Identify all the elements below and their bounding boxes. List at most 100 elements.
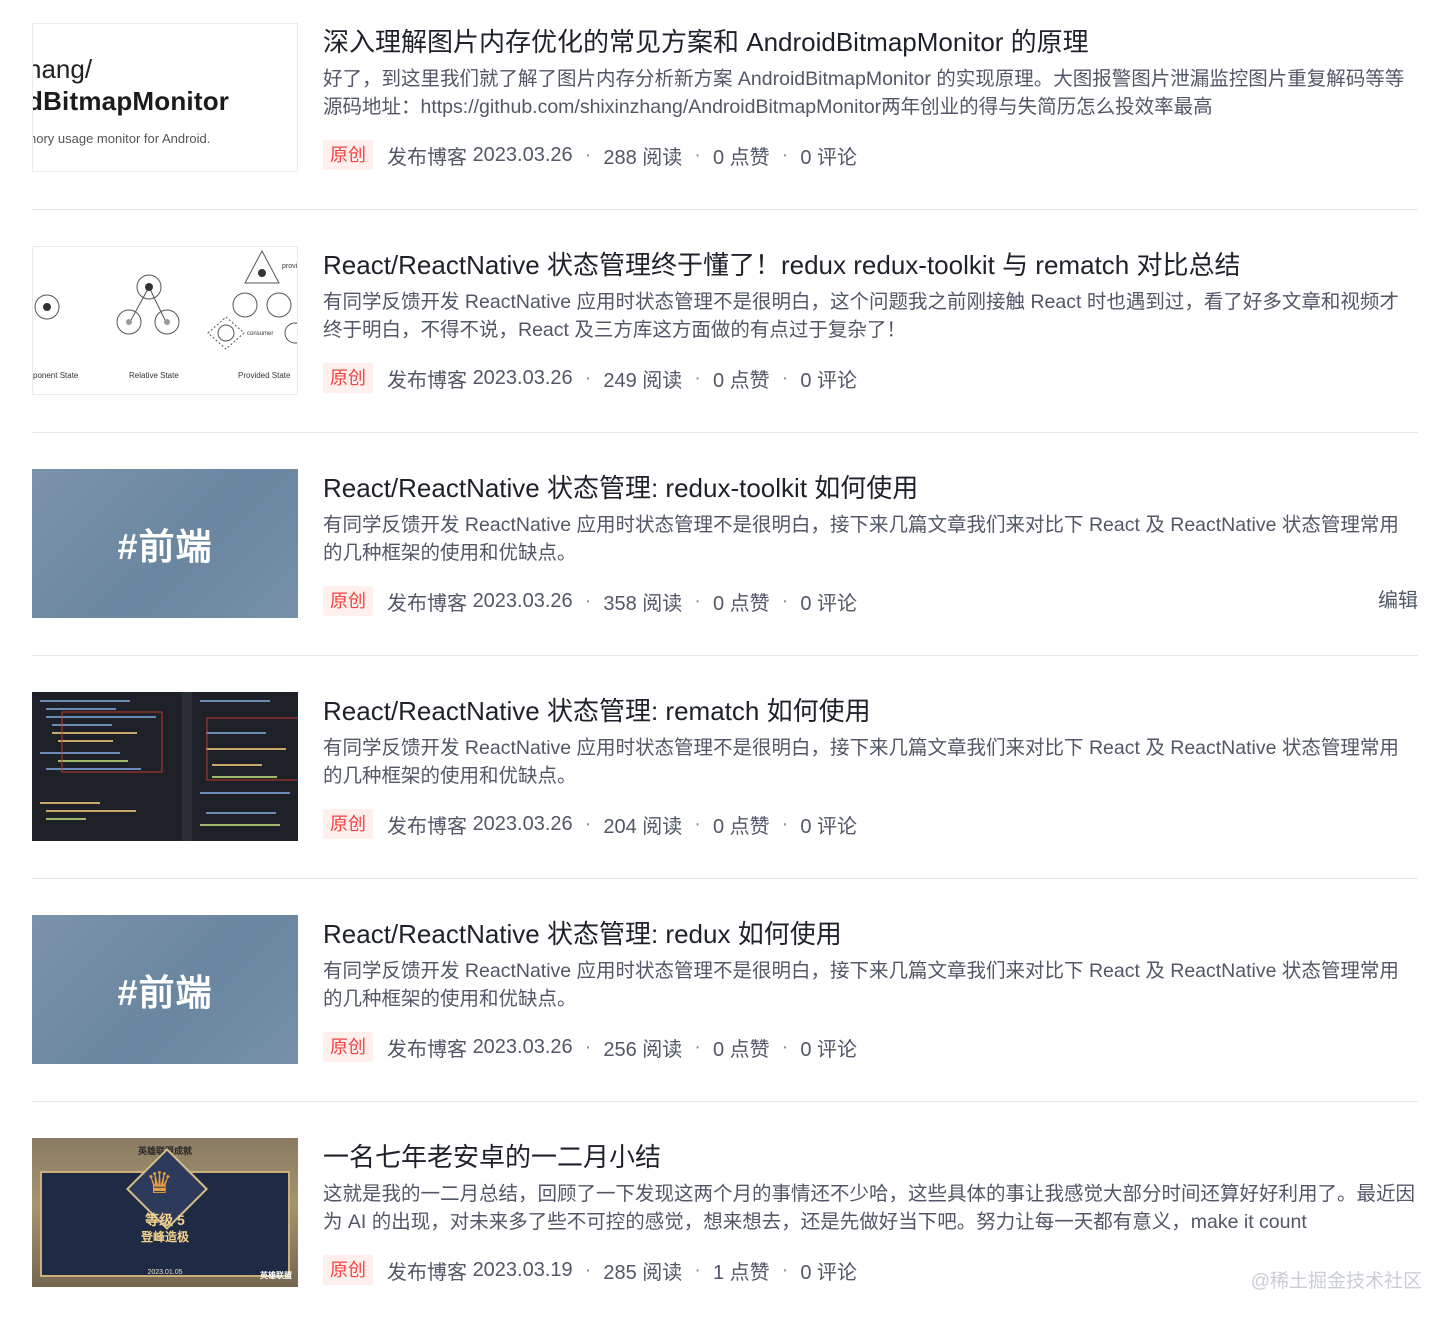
divider — [32, 209, 1418, 210]
article-thumbnail[interactable]: #前端 — [32, 915, 298, 1064]
thumbnail-text: #前端 — [117, 971, 213, 1013]
article-title[interactable]: 深入理解图片内存优化的常见方案和 AndroidBitmapMonitor 的原… — [323, 25, 1418, 59]
original-badge: 原创 — [323, 140, 373, 170]
comment-count: 0 评论 — [800, 1038, 857, 1061]
edit-button[interactable]: 编辑 — [1378, 585, 1418, 617]
like-count: 0 点赞 — [712, 146, 770, 169]
article-item[interactable]: ponent State Relative State Provided Sta… — [32, 246, 1418, 396]
thumbnail-text: 登峰造极 — [140, 1230, 189, 1244]
original-badge: 原创 — [323, 363, 373, 393]
dot-separator: · — [694, 1258, 701, 1281]
publish-date: 2023.03.26 — [472, 366, 573, 389]
article-thumbnail[interactable]: hang/ dBitmapMonitor nory usage monitor … — [32, 23, 298, 172]
dot-separator: · — [584, 366, 592, 389]
divider — [32, 1101, 1418, 1102]
dot-separator: · — [781, 1035, 789, 1058]
article-meta: 原创 发布博客 2023.03.26 · 256 阅读 · 0 点赞 · 0 评… — [323, 1031, 1418, 1063]
dot-separator: · — [781, 589, 789, 612]
thumbnail-text: nory usage monitor for Android. — [32, 131, 211, 146]
trophy-icon: ♛ — [146, 1167, 173, 1200]
article-title[interactable]: 一名七年老安卓的一二月小结 — [323, 1140, 1418, 1174]
divider — [32, 878, 1418, 879]
dot-separator: · — [584, 143, 592, 166]
dot-separator: · — [694, 143, 701, 166]
article-thumbnail[interactable]: 英雄联盟成就 ♛ 等级 5 登峰造极 2023.01.05 英雄联盟 — [32, 1138, 298, 1287]
dot-separator: · — [781, 366, 789, 389]
comment-count: 0 评论 — [800, 369, 857, 392]
publish-date: 2023.03.19 — [472, 1258, 573, 1281]
article-thumbnail[interactable]: #前端 — [32, 469, 298, 618]
article-item[interactable]: #前端 React/ReactNative 状态管理: redux 如何使用 有… — [32, 915, 1418, 1065]
thumbnail-text: consumer — [247, 331, 274, 337]
article-thumbnail[interactable]: ponent State Relative State Provided Sta… — [32, 246, 298, 395]
thumbnail-text: 英雄联盟 — [260, 1271, 292, 1280]
publish-source: 发布博客 — [387, 815, 467, 838]
publish-source: 发布博客 — [387, 1038, 467, 1061]
like-count: 0 点赞 — [712, 815, 770, 838]
thumbnail-text: ponent State — [33, 371, 79, 380]
read-count: 256 阅读 — [603, 1038, 683, 1061]
thumbnail-text: dBitmapMonitor — [32, 86, 230, 116]
thumbnail-text: hang/ — [32, 54, 93, 84]
original-badge: 原创 — [323, 1032, 373, 1062]
thumbnail-text: 等级 5 — [145, 1212, 185, 1228]
divider — [32, 432, 1418, 433]
dot-separator: · — [694, 812, 701, 835]
article-meta: 原创 发布博客 2023.03.26 · 204 阅读 · 0 点赞 · 0 评… — [323, 808, 1418, 840]
publish-source: 发布博客 — [387, 592, 467, 615]
article-meta: 原创 发布博客 2023.03.26 · 288 阅读 · 0 点赞 · 0 评… — [323, 139, 1418, 171]
article-abstract[interactable]: 好了，到这里我们就了解了图片内存分析新方案 AndroidBitmapMonit… — [323, 65, 1418, 121]
article-meta: 原创 发布博客 2023.03.26 · 249 阅读 · 0 点赞 · 0 评… — [323, 362, 1418, 394]
original-badge: 原创 — [323, 586, 373, 616]
publish-date: 2023.03.26 — [472, 143, 573, 166]
comment-count: 0 评论 — [800, 815, 857, 838]
like-count: 0 点赞 — [712, 369, 770, 392]
article-abstract[interactable]: 有同学反馈开发 ReactNative 应用时状态管理不是很明白，接下来几篇文章… — [323, 734, 1418, 790]
like-count: 0 点赞 — [712, 1038, 770, 1061]
dot-separator: · — [584, 589, 592, 612]
article-item[interactable]: 英雄联盟成就 ♛ 等级 5 登峰造极 2023.01.05 英雄联盟 一名七年老… — [32, 1138, 1418, 1288]
like-count: 0 点赞 — [712, 592, 770, 615]
thumbnail-text: 2023.01.05 — [147, 1269, 183, 1276]
article-abstract[interactable]: 这就是我的一二月总结，回顾了一下发现这两个月的事情还不少哈，这些具体的事让我感觉… — [323, 1180, 1418, 1236]
dot-separator: · — [781, 812, 789, 835]
thumbnail-text: provi — [282, 263, 298, 270]
read-count: 358 阅读 — [603, 592, 683, 615]
publish-date: 2023.03.26 — [472, 812, 573, 835]
article-title[interactable]: React/ReactNative 状态管理: rematch 如何使用 — [323, 694, 1418, 728]
article-thumbnail[interactable] — [32, 692, 298, 841]
article-abstract[interactable]: 有同学反馈开发 ReactNative 应用时状态管理不是很明白，这个问题我之前… — [323, 288, 1418, 344]
original-badge: 原创 — [323, 1255, 373, 1285]
code-screenshot-illustration — [32, 692, 298, 841]
thumbnail-text: Relative State — [129, 371, 179, 380]
article-meta: 原创 发布博客 2023.03.26 · 358 阅读 · 0 点赞 · 0 评… — [323, 585, 1418, 617]
comment-count: 0 评论 — [800, 146, 857, 169]
article-abstract[interactable]: 有同学反馈开发 ReactNative 应用时状态管理不是很明白，接下来几篇文章… — [323, 511, 1418, 567]
dot-separator: · — [584, 1258, 592, 1281]
publish-source: 发布博客 — [387, 369, 467, 392]
article-item[interactable]: #前端 React/ReactNative 状态管理: redux-toolki… — [32, 469, 1418, 619]
article-item[interactable]: React/ReactNative 状态管理: rematch 如何使用 有同学… — [32, 692, 1418, 842]
article-item[interactable]: hang/ dBitmapMonitor nory usage monitor … — [32, 23, 1418, 173]
site-watermark: @稀土掘金技术社区 — [1250, 1271, 1422, 1292]
article-title[interactable]: React/ReactNative 状态管理终于懂了！redux redux-t… — [323, 248, 1418, 282]
dot-separator: · — [584, 812, 592, 835]
publish-date: 2023.03.26 — [472, 589, 573, 612]
read-count: 285 阅读 — [603, 1261, 683, 1284]
dot-separator: · — [694, 1035, 701, 1058]
read-count: 249 阅读 — [603, 369, 683, 392]
dot-separator: · — [584, 1035, 592, 1058]
comment-count: 0 评论 — [800, 592, 857, 615]
like-count: 1 点赞 — [712, 1261, 770, 1284]
publish-date: 2023.03.26 — [472, 1035, 573, 1058]
read-count: 288 阅读 — [603, 146, 683, 169]
dot-separator: · — [781, 143, 789, 166]
article-title[interactable]: React/ReactNative 状态管理: redux-toolkit 如何… — [323, 471, 1418, 505]
thumbnail-text: Provided State — [238, 371, 291, 380]
publish-source: 发布博客 — [387, 146, 467, 169]
dot-separator: · — [781, 1258, 789, 1281]
read-count: 204 阅读 — [603, 815, 683, 838]
article-title[interactable]: React/ReactNative 状态管理: redux 如何使用 — [323, 917, 1418, 951]
original-badge: 原创 — [323, 809, 373, 839]
article-abstract[interactable]: 有同学反馈开发 ReactNative 应用时状态管理不是很明白，接下来几篇文章… — [323, 957, 1418, 1013]
